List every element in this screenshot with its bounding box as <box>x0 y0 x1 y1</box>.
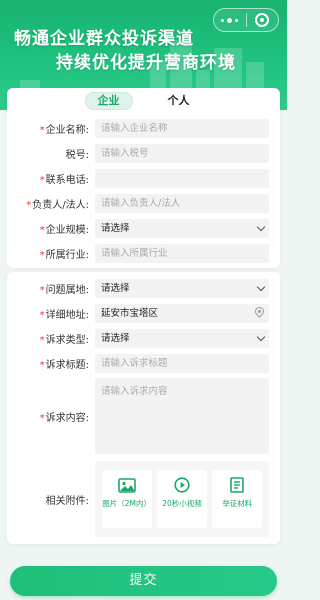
form-row-address: *详细地址: 延安市宝塔区 <box>7 303 280 323</box>
upload-evidence-button[interactable]: 举证材料 <box>212 470 263 528</box>
form-row-phone: *联系电话: <box>7 168 280 188</box>
complaint-content-label: 诉求内容: <box>45 412 89 424</box>
miniprogram-capsule <box>213 8 279 32</box>
upload-video-button[interactable]: 20秒小视频 <box>156 470 207 528</box>
upload-video-caption: 20秒小视频 <box>162 499 202 508</box>
industry-label: 所属行业: <box>45 249 89 261</box>
company-size-label: 企业规模: <box>45 224 89 236</box>
tab-enterprise[interactable]: 企业 <box>84 92 133 110</box>
applicant-type-tabs: 企业 个人 <box>7 92 280 114</box>
image-icon <box>117 476 137 494</box>
company-size-value: 请选择 <box>101 222 130 234</box>
chevron-down-icon <box>256 332 266 341</box>
company-size-select[interactable]: 请选择 <box>95 218 269 238</box>
form-row-complaint-type: *诉求类型: 请选择 <box>7 328 280 348</box>
complaint-type-select[interactable]: 请选择 <box>95 328 269 348</box>
document-icon <box>227 476 247 494</box>
submit-button[interactable]: 提交 <box>10 566 277 596</box>
form-row-problem-area: *问题属地: 请选择 <box>7 278 280 298</box>
tax-id-label: 税号: <box>65 149 89 161</box>
video-icon <box>172 476 192 494</box>
legal-person-input[interactable]: 请输入负责人/法人 <box>95 193 269 213</box>
upload-image-caption: 图片（2M内） <box>102 499 152 508</box>
industry-input[interactable]: 请输入所属行业 <box>95 243 269 263</box>
applicant-info-card: 企业 个人 *企业名称: 请输入企业名称 税号: 请输入税号 *联系电话: *负… <box>7 88 280 268</box>
company-name-input[interactable]: 请输入企业名称 <box>95 118 269 138</box>
required-mark: * <box>39 412 45 424</box>
form-row-company-name: *企业名称: 请输入企业名称 <box>7 118 280 138</box>
form-row-legal-person: *负责人/法人: 请输入负责人/法人 <box>7 193 280 213</box>
form-row-industry: *所属行业: 请输入所属行业 <box>7 243 280 263</box>
form-row-attachments: 相关附件: 图片（2M内） 20秒小视频 举证材料 <box>7 460 280 538</box>
complaint-title-input[interactable]: 请输入诉求标题 <box>95 353 269 373</box>
address-label: 详细地址: <box>45 309 89 321</box>
required-mark: * <box>39 334 45 346</box>
required-mark: * <box>39 174 45 186</box>
form-row-company-size: *企业规模: 请选择 <box>7 218 280 238</box>
legal-person-label: 负责人/法人: <box>32 199 89 211</box>
complaint-type-label: 诉求类型: <box>45 334 89 346</box>
address-value: 延安市宝塔区 <box>101 307 159 319</box>
more-menu-button[interactable] <box>214 9 246 31</box>
required-mark: * <box>39 284 45 296</box>
chevron-down-icon <box>256 282 266 291</box>
required-mark: * <box>39 224 45 236</box>
slogan-line1: 畅通企业群众投诉渠道 <box>14 29 194 49</box>
tab-individual[interactable]: 个人 <box>155 92 203 110</box>
required-mark: * <box>39 124 45 136</box>
problem-area-select[interactable]: 请选择 <box>95 278 269 298</box>
form-row-complaint-content: *诉求内容: 请输入诉求内容 <box>7 377 280 455</box>
slogan-line2: 持续优化提升营商环境 <box>56 53 236 73</box>
complaint-title-label: 诉求标题: <box>45 359 89 371</box>
more-dots-icon <box>221 17 239 23</box>
location-pin-icon[interactable] <box>253 304 266 318</box>
close-miniprogram-button[interactable] <box>247 9 279 31</box>
tax-id-input[interactable]: 请输入税号 <box>95 143 269 163</box>
attachment-options: 图片（2M内） 20秒小视频 举证材料 <box>95 461 269 537</box>
required-mark: * <box>39 309 45 321</box>
required-mark: * <box>39 249 45 261</box>
phone-label: 联系电话: <box>45 174 89 186</box>
company-name-label: 企业名称: <box>45 124 89 136</box>
chevron-down-icon <box>256 222 266 231</box>
address-input[interactable]: 延安市宝塔区 <box>95 303 269 323</box>
required-mark: * <box>26 199 32 211</box>
form-row-complaint-title: *诉求标题: 请输入诉求标题 <box>7 353 280 373</box>
phone-input[interactable] <box>95 168 269 188</box>
upload-image-button[interactable]: 图片（2M内） <box>101 470 152 528</box>
required-mark: * <box>39 359 45 371</box>
target-icon <box>255 13 270 27</box>
complaint-content-textarea[interactable]: 请输入诉求内容 <box>95 378 269 454</box>
complaint-type-value: 请选择 <box>101 332 130 344</box>
problem-area-value: 请选择 <box>101 282 130 294</box>
form-row-tax-id: 税号: 请输入税号 <box>7 143 280 163</box>
upload-evidence-caption: 举证材料 <box>222 499 253 508</box>
problem-area-label: 问题属地: <box>45 284 89 296</box>
attachments-label: 相关附件: <box>45 495 89 507</box>
complaint-detail-card: *问题属地: 请选择 *详细地址: 延安市宝塔区 *诉求类型: 请选择 *诉求标… <box>7 272 280 544</box>
